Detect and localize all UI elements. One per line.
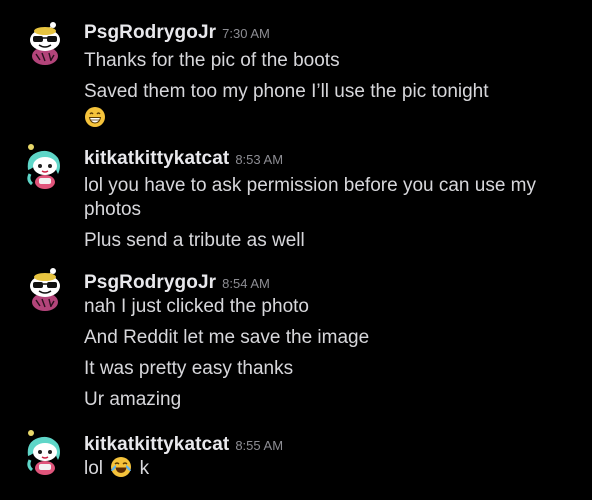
avatar[interactable] — [22, 430, 68, 476]
message-text: It was pretty easy thanks — [84, 358, 294, 379]
snoo-sunglasses-avatar-icon — [30, 268, 60, 311]
message-text: nah I just clicked the photo — [84, 296, 309, 317]
timestamp: 7:30 AM — [222, 26, 270, 41]
message-body: kitkatkittykatcat 8:55 AM lol k — [84, 434, 584, 481]
face-with-tears-of-joy-emoji-icon — [110, 456, 132, 478]
username[interactable]: PsgRodrygoJr — [84, 272, 216, 294]
username[interactable]: kitkatkittykatcat — [84, 148, 229, 170]
message-header: kitkatkittykatcat 8:53 AM — [84, 148, 584, 170]
message-text-after: k — [139, 458, 150, 479]
message-body: PsgRodrygoJr 7:30 AM Thanks for the pic … — [84, 22, 584, 130]
message-text: Saved them too my phone I’ll use the pic… — [84, 81, 489, 102]
message-header: PsgRodrygoJr 8:54 AM — [84, 272, 584, 294]
message-header: PsgRodrygoJr 7:30 AM — [84, 22, 584, 44]
username[interactable]: PsgRodrygoJr — [84, 22, 216, 44]
message-text: Ur amazing — [84, 389, 182, 410]
message-text: lol you have to ask permission before yo… — [84, 175, 537, 220]
message-text: And Reddit let me save the image — [84, 327, 370, 348]
timestamp: 8:53 AM — [235, 152, 284, 167]
message-text-before: lol — [84, 458, 104, 479]
avatar[interactable] — [22, 144, 68, 190]
message-body: kitkatkittykatcat 8:53 AM lol you have t… — [84, 148, 584, 253]
message-text: Thanks for the pic of the boots — [84, 50, 340, 71]
message-emoji-line — [84, 106, 584, 130]
avatar[interactable] — [22, 266, 68, 312]
username[interactable]: kitkatkittykatcat — [84, 434, 229, 456]
snoo-sunglasses-avatar-icon — [30, 22, 60, 65]
message-body: PsgRodrygoJr 8:54 AM nah I just clicked … — [84, 272, 584, 412]
message-text: lol k — [84, 456, 584, 481]
timestamp: 8:54 AM — [222, 276, 270, 291]
snoo-teal-hair-avatar-icon — [27, 144, 60, 189]
chat-thread: PsgRodrygoJr 7:30 AM Thanks for the pic … — [0, 0, 592, 500]
timestamp: 8:55 AM — [235, 438, 284, 453]
message-text: Plus send a tribute as well — [84, 230, 305, 251]
grinning-face-emoji-icon — [84, 106, 106, 128]
message-header: kitkatkittykatcat 8:55 AM — [84, 434, 584, 456]
snoo-teal-hair-avatar-icon — [27, 430, 60, 475]
avatar[interactable] — [22, 20, 68, 66]
